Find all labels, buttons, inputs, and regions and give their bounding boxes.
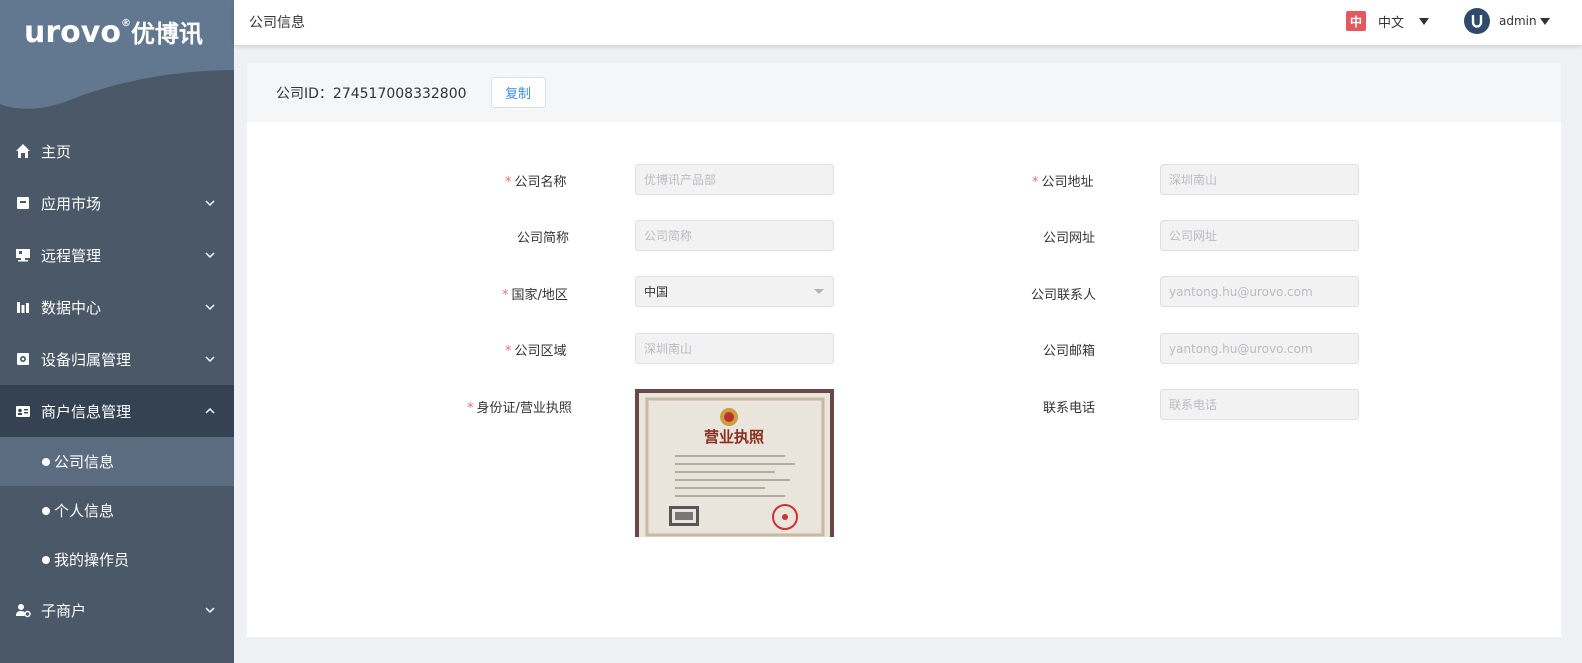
field-label-company-contact: 公司联系人 [1031, 288, 1097, 303]
avatar [1464, 8, 1490, 34]
sidebar-item-data-center[interactable]: 数据中心 [0, 281, 234, 333]
required-asterisk: * [505, 175, 512, 190]
country-select-value: 中国 [644, 285, 669, 299]
company-website-input[interactable]: 公司网址 [1160, 220, 1359, 251]
chevron-down-icon [205, 607, 215, 614]
language-badge: 中 [1346, 11, 1366, 31]
copy-button[interactable]: 复制 [490, 77, 546, 108]
business-license-image[interactable]: 营业执照 [635, 389, 834, 537]
chevron-down-icon [205, 304, 215, 311]
field-label-contact-phone: 联系电话 [1043, 401, 1096, 416]
sidebar-subitem-my-operators[interactable]: 我的操作员 [0, 535, 234, 584]
sidebar-item-merchant-info[interactable]: 商户信息管理 [0, 385, 234, 437]
required-asterisk: * [1032, 175, 1039, 190]
sidebar-item-app-market[interactable]: 应用市场 [0, 177, 234, 229]
logo-area: urovo®优博讯 [0, 0, 234, 118]
caret-down-icon [814, 289, 824, 294]
required-asterisk: * [502, 288, 509, 303]
country-select[interactable]: 中国 [635, 276, 834, 307]
field-label-company-email: 公司邮箱 [1043, 344, 1096, 359]
company-email-input[interactable]: yantong.hu@urovo.com [1160, 333, 1359, 364]
company-region-input[interactable]: 深圳南山 [635, 333, 834, 364]
sidebar-subitem-label: 我的操作员 [54, 551, 130, 569]
remote-icon [14, 246, 32, 264]
required-asterisk: * [505, 344, 512, 359]
field-label-company-name: * 公司名称 [505, 175, 567, 190]
company-name-input[interactable]: 优博讯产品部 [635, 164, 834, 195]
field-label-id-license: * 身份证/营业执照 [467, 401, 572, 416]
bullet-dot-icon [42, 555, 50, 564]
sidebar-subitem-label: 公司信息 [54, 453, 115, 471]
field-label-company-short-name: 公司简称 [517, 231, 570, 246]
store-icon [14, 194, 32, 212]
sidebar-subitem-company-info[interactable]: 公司信息 [0, 437, 234, 486]
field-label-company-address: * 公司地址 [1032, 175, 1094, 190]
page-title: 公司信息 [249, 15, 305, 31]
sidebar-subitem-personal-info[interactable]: 个人信息 [0, 486, 234, 535]
sidebar-item-label: 子商户 [41, 601, 87, 620]
user-menu[interactable]: admin [1464, 8, 1550, 34]
sidebar-item-label: 数据中心 [41, 298, 102, 317]
sidebar-item-label: 设备归属管理 [41, 350, 132, 369]
home-icon [14, 142, 32, 160]
business-license-picture: 营业执照 [635, 389, 834, 537]
sidebar-subitem-label: 个人信息 [54, 502, 115, 520]
chart-icon [14, 298, 32, 316]
logo-reg-mark: ® [120, 18, 131, 29]
sidebar-item-remote[interactable]: 远程管理 [0, 229, 234, 281]
sidebar-item-label: 远程管理 [41, 246, 102, 265]
contact-phone-input[interactable]: 联系电话 [1160, 389, 1359, 420]
language-label: 中文 [1378, 15, 1405, 31]
chevron-up-icon [205, 407, 215, 414]
language-switcher[interactable]: 中 中文 [1346, 11, 1430, 31]
logo-text: urovo [24, 15, 121, 50]
company-id-bar: 公司ID：274517008332800 复制 [247, 63, 1561, 122]
sidebar-item-sub-merchant[interactable]: 子商户 [0, 584, 234, 636]
sidebar-item-home[interactable]: 主页 [0, 125, 234, 177]
brand-logo[interactable]: urovo®优博讯 [24, 14, 203, 50]
company-id-label: 公司ID：274517008332800 [276, 85, 467, 102]
bullet-dot-icon [42, 457, 50, 466]
required-asterisk: * [467, 401, 474, 416]
sidebar-item-device-ownership[interactable]: 设备归属管理 [0, 333, 234, 385]
top-header: 公司信息 中 中文 admin [234, 0, 1582, 45]
chevron-down-icon [205, 356, 215, 363]
user-logo-icon [1471, 15, 1483, 28]
company-address-input[interactable]: 深圳南山 [1160, 164, 1359, 195]
id-card-icon [14, 402, 32, 420]
bullet-dot-icon [42, 506, 50, 515]
chevron-down-icon [205, 252, 215, 259]
caret-down-icon [1419, 17, 1430, 25]
sidebar-item-label: 主页 [41, 142, 72, 161]
field-label-company-region: * 公司区域 [505, 344, 567, 359]
sidebar-item-label: 应用市场 [41, 194, 102, 213]
sidebar-menu: 主页 应用市场 远程管理 数据中心 设备归属管理 商户信息管理 公司信息 个人信… [0, 125, 234, 636]
field-label-country: * 国家/地区 [502, 288, 568, 303]
device-icon [14, 350, 32, 368]
sidebar-item-label: 商户信息管理 [41, 402, 132, 421]
caret-down-icon [1539, 17, 1550, 25]
logo-cn-text: 优博讯 [130, 20, 203, 48]
company-short-name-input[interactable]: 公司简称 [635, 220, 834, 251]
license-title-text: 营业执照 [704, 428, 764, 446]
field-label-company-website: 公司网址 [1043, 231, 1096, 246]
company-info-card: 公司ID：274517008332800 复制 * 公司名称 优博讯产品部 公司简… [247, 63, 1561, 637]
chevron-down-icon [205, 200, 215, 207]
user-gear-icon [14, 601, 32, 619]
sidebar: urovo®优博讯 主页 应用市场 远程管理 数据中心 设备归属管理 商户信息管… [0, 0, 234, 663]
company-contact-input[interactable]: yantong.hu@urovo.com [1160, 276, 1359, 307]
user-name: admin [1499, 14, 1537, 28]
